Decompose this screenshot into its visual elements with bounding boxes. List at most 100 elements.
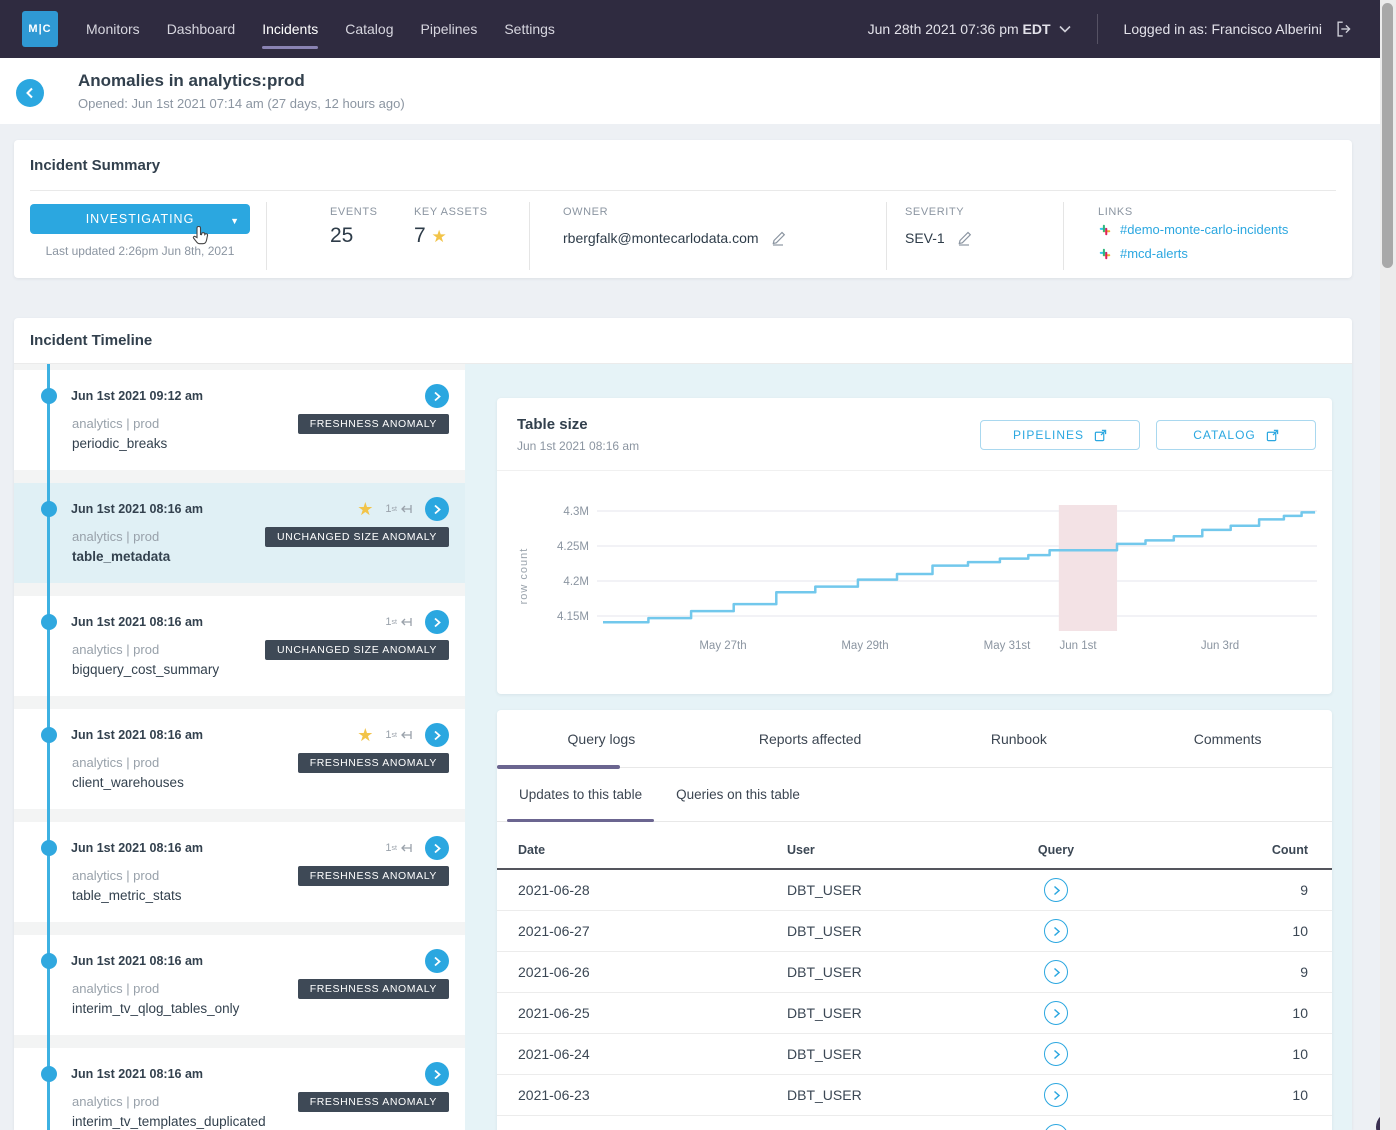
timeline-item[interactable]: Jun 1st 2021 08:16 am ★1st analytics | p… xyxy=(14,483,465,583)
chevron-right-button[interactable] xyxy=(425,949,449,973)
timeline-item-table: interim_tv_templates_duplicated xyxy=(72,1114,266,1129)
chevron-right-button[interactable] xyxy=(425,1062,449,1086)
slack-icon xyxy=(1098,223,1112,237)
nav-item-monitors[interactable]: Monitors xyxy=(86,0,140,58)
slack-channel-link[interactable]: #mcd-alerts xyxy=(1120,246,1188,261)
view-query-button[interactable] xyxy=(1044,1042,1068,1066)
svg-text:4.3M: 4.3M xyxy=(563,506,589,518)
nav-item-incidents[interactable]: Incidents xyxy=(262,0,318,58)
status-dropdown-button[interactable]: INVESTIGATING ▼ xyxy=(30,204,250,234)
timeline-item-table: client_warehouses xyxy=(72,775,184,790)
anomaly-badge: FRESHNESS ANOMALY xyxy=(298,866,449,886)
row-date: 2021-06-26 xyxy=(518,964,787,980)
severity-value: SEV-1 xyxy=(905,228,974,247)
chevron-right-button[interactable] xyxy=(425,497,449,521)
first-event-icon: 1st xyxy=(385,615,413,629)
svg-text:May 27th: May 27th xyxy=(699,640,746,652)
query-log-subtabs: Updates to this tableQueries on this tab… xyxy=(497,768,1332,822)
timeline-dot xyxy=(41,840,57,856)
page-header: Anomalies in analytics:prod Opened: Jun … xyxy=(0,58,1396,124)
subtab-queries-on-this-table[interactable]: Queries on this table xyxy=(664,768,812,822)
timeline-title: Incident Timeline xyxy=(30,332,152,349)
timeline-dot xyxy=(41,727,57,743)
timeline-item[interactable]: Jun 1st 2021 09:12 am analytics | prod p… xyxy=(14,370,465,470)
montecarlo-logo[interactable]: M|C xyxy=(22,11,58,47)
query-table-row: 2021-06-26 DBT_USER 9 xyxy=(497,952,1332,993)
view-query-button[interactable] xyxy=(1044,1001,1068,1025)
edit-owner-icon[interactable] xyxy=(769,228,788,247)
slack-channel-link[interactable]: #demo-monte-carlo-incidents xyxy=(1120,222,1288,237)
timeline-item[interactable]: Jun 1st 2021 08:16 am 1st analytics | pr… xyxy=(14,822,465,922)
incident-page: M|C Monitors Dashboard Incidents Catalog Pip… xyxy=(0,0,1396,1130)
view-query-button[interactable] xyxy=(1044,960,1068,984)
star-icon: ★ xyxy=(357,725,373,746)
datetime-text: Jun 28th 2021 07:36 pm EDT xyxy=(868,21,1051,37)
anomaly-badge: FRESHNESS ANOMALY xyxy=(298,979,449,999)
timeline-item-table: periodic_breaks xyxy=(72,436,167,451)
row-date: 2021-06-24 xyxy=(518,1046,787,1062)
chevron-right-button[interactable] xyxy=(425,610,449,634)
divider xyxy=(1063,202,1064,270)
datetime-dropdown[interactable]: Jun 28th 2021 07:36 pm EDT xyxy=(868,21,1071,37)
edit-severity-icon[interactable] xyxy=(955,228,974,247)
timeline-dot xyxy=(41,614,57,630)
svg-text:Jun 1st: Jun 1st xyxy=(1059,640,1097,652)
anomaly-badge: FRESHNESS ANOMALY xyxy=(298,1092,449,1112)
tab-query-logs[interactable]: Query logs xyxy=(497,710,706,767)
incident-timeline-panel: Incident Timeline Jun 1st 2021 09:12 am … xyxy=(14,318,1352,1130)
nav-item-catalog[interactable]: Catalog xyxy=(345,0,393,58)
chevron-right-button[interactable] xyxy=(425,384,449,408)
scrollbar-thumb[interactable] xyxy=(1382,3,1393,268)
external-link-icon xyxy=(1266,429,1279,442)
timeline-dot xyxy=(41,388,57,404)
subtab-updates-to-this-table[interactable]: Updates to this table xyxy=(507,768,654,822)
divider xyxy=(529,202,530,270)
tab-comments[interactable]: Comments xyxy=(1123,710,1332,767)
timeline-item[interactable]: Jun 1st 2021 08:16 am ★1st analytics | p… xyxy=(14,709,465,809)
timeline-item[interactable]: Jun 1st 2021 08:16 am analytics | prod i… xyxy=(14,1048,465,1130)
chevron-right-button[interactable] xyxy=(425,836,449,860)
nav-item-dashboard[interactable]: Dashboard xyxy=(167,0,236,58)
star-icon: ★ xyxy=(432,227,447,246)
row-count: 10 xyxy=(1107,923,1308,939)
view-query-button[interactable] xyxy=(1044,878,1068,902)
row-count: 9 xyxy=(1107,882,1308,898)
timeline-item-dataset: analytics | prod xyxy=(72,1094,159,1109)
nav-item-settings[interactable]: Settings xyxy=(504,0,555,58)
nav-item-pipelines[interactable]: Pipelines xyxy=(421,0,478,58)
view-query-button[interactable] xyxy=(1044,1124,1068,1130)
timeline-item-dataset: analytics | prod xyxy=(72,868,159,883)
chevron-right-button[interactable] xyxy=(425,723,449,747)
anomaly-badge: FRESHNESS ANOMALY xyxy=(298,753,449,773)
page-subtitle: Opened: Jun 1st 2021 07:14 am (27 days, … xyxy=(78,96,405,111)
svg-text:4.2M: 4.2M xyxy=(563,576,589,588)
column-header-user: User xyxy=(787,843,1005,857)
timeline-item-dataset: analytics | prod xyxy=(72,416,159,431)
logout-icon[interactable] xyxy=(1334,18,1356,40)
main-menu: Monitors Dashboard Incidents Catalog Pipelin… xyxy=(86,0,555,58)
timeline-item-table: table_metadata xyxy=(72,549,170,564)
catalog-button[interactable]: CATALOG xyxy=(1156,420,1316,450)
pipelines-button[interactable]: PIPELINES xyxy=(980,420,1140,450)
first-event-icon: 1st xyxy=(385,502,413,516)
tab-runbook[interactable]: Runbook xyxy=(915,710,1124,767)
row-date: 2021-06-28 xyxy=(518,882,787,898)
view-query-button[interactable] xyxy=(1044,919,1068,943)
divider xyxy=(30,190,1336,191)
timeline-item-date: Jun 1st 2021 08:16 am xyxy=(71,1067,203,1081)
timeline-item[interactable]: Jun 1st 2021 08:16 am 1st analytics | pr… xyxy=(14,596,465,696)
query-table-row: 2021-06-27 DBT_USER 10 xyxy=(497,911,1332,952)
query-table-row: 2021-06-24 DBT_USER 10 xyxy=(497,1034,1332,1075)
row-count: 9 xyxy=(1107,964,1308,980)
status-last-updated: Last updated 2:26pm Jun 8th, 2021 xyxy=(30,244,250,258)
query-table-rows: 2021-06-28 DBT_USER 9 2021-06-27 DBT_USE… xyxy=(497,870,1332,1130)
view-query-button[interactable] xyxy=(1044,1083,1068,1107)
detail-tabs-card: Query logsReports affectedRunbookComment… xyxy=(497,710,1332,1130)
timeline-item-date: Jun 1st 2021 08:16 am xyxy=(71,728,203,742)
timeline-item-date: Jun 1st 2021 08:16 am xyxy=(71,615,203,629)
row-date: 2021-06-27 xyxy=(518,923,787,939)
back-button[interactable] xyxy=(16,79,44,107)
timeline-item[interactable]: Jun 1st 2021 08:16 am analytics | prod i… xyxy=(14,935,465,1035)
timeline-item-date: Jun 1st 2021 08:16 am xyxy=(71,502,203,516)
tab-reports-affected[interactable]: Reports affected xyxy=(706,710,915,767)
